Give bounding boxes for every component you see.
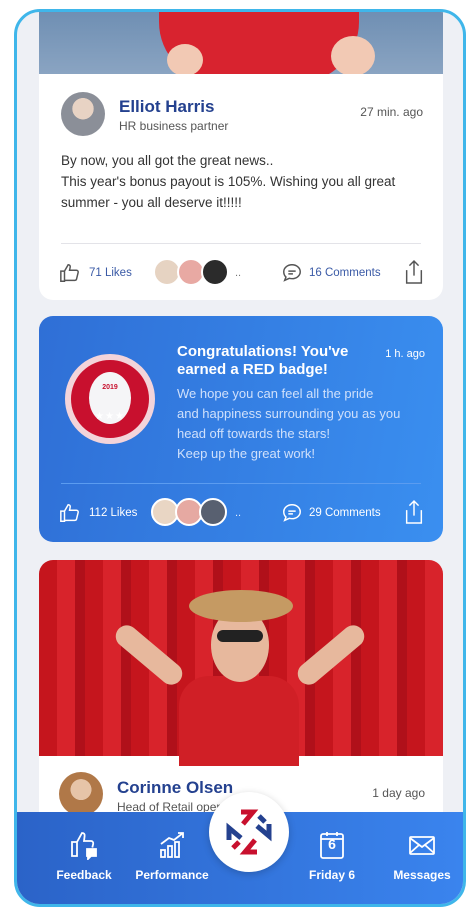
nav-feedback[interactable]: Feedback xyxy=(39,812,129,904)
post-photo[interactable] xyxy=(39,560,443,766)
post-card-corinne[interactable]: Corinne Olsen Head of Retail operat 1 da… xyxy=(39,560,443,830)
nav-friday[interactable]: 6 Friday 6 xyxy=(287,812,377,904)
avatar xyxy=(201,258,229,286)
badge-message: We hope you can feel all the pride and h… xyxy=(177,386,401,461)
likes-count[interactable]: 71 Likes xyxy=(89,267,132,279)
post-time: 1 h. ago xyxy=(385,348,425,360)
envelope-icon xyxy=(409,836,435,855)
phone-frame: Elliot Harris HR business partner 27 min… xyxy=(14,9,466,907)
app-logo-icon xyxy=(226,809,272,855)
author-role: HR business partner xyxy=(119,119,229,133)
like-icon[interactable] xyxy=(59,262,81,284)
badge-stars: ★★★ xyxy=(95,411,125,422)
more-likers: .. xyxy=(235,267,242,279)
nav-messages[interactable]: Messages xyxy=(377,812,463,904)
post-text: By now, you all got the great news.. Thi… xyxy=(61,153,396,210)
avatar[interactable] xyxy=(59,772,103,816)
divider xyxy=(61,243,421,244)
avatar xyxy=(199,498,227,526)
feedback-icon xyxy=(71,832,97,860)
post-actions: 71 Likes .. 16 Comments xyxy=(39,254,443,294)
app-logo-button[interactable] xyxy=(209,792,289,872)
avatar[interactable] xyxy=(61,92,105,136)
more-likers: .. xyxy=(235,507,242,519)
previous-post-image xyxy=(39,12,443,74)
post-time: 1 day ago xyxy=(372,786,425,800)
badge-post-card[interactable]: 2019 ★★★ Congratulations! You've earned … xyxy=(39,316,443,542)
nav-performance[interactable]: Performance xyxy=(127,812,217,904)
bottom-nav: Feedback Performance 6 Friday 6 Messages xyxy=(17,792,463,904)
badge-title: Congratulations! You've earned a RED bad… xyxy=(177,343,349,378)
calendar-day: 6 xyxy=(328,836,336,852)
share-icon[interactable] xyxy=(403,259,425,285)
share-icon[interactable] xyxy=(403,499,425,525)
post-actions: 112 Likes .. 29 Comments xyxy=(39,494,443,534)
red-badge[interactable]: 2019 ★★★ xyxy=(65,354,155,444)
comment-icon[interactable] xyxy=(281,502,303,524)
post-time: 27 min. ago xyxy=(360,105,423,119)
comment-icon[interactable] xyxy=(281,262,303,284)
like-icon[interactable] xyxy=(59,502,81,524)
comments-count[interactable]: 16 Comments xyxy=(309,267,381,279)
badge-year: 2019 xyxy=(102,384,118,391)
performance-icon xyxy=(160,832,184,858)
news-feed[interactable]: Elliot Harris HR business partner 27 min… xyxy=(17,12,463,904)
post-card-elliot[interactable]: Elliot Harris HR business partner 27 min… xyxy=(39,74,443,300)
divider xyxy=(61,483,421,484)
author-name[interactable]: Corinne Olsen xyxy=(117,778,233,798)
comments-count[interactable]: 29 Comments xyxy=(309,507,381,519)
likes-count[interactable]: 112 Likes xyxy=(89,507,137,519)
author-name[interactable]: Elliot Harris xyxy=(119,97,214,117)
